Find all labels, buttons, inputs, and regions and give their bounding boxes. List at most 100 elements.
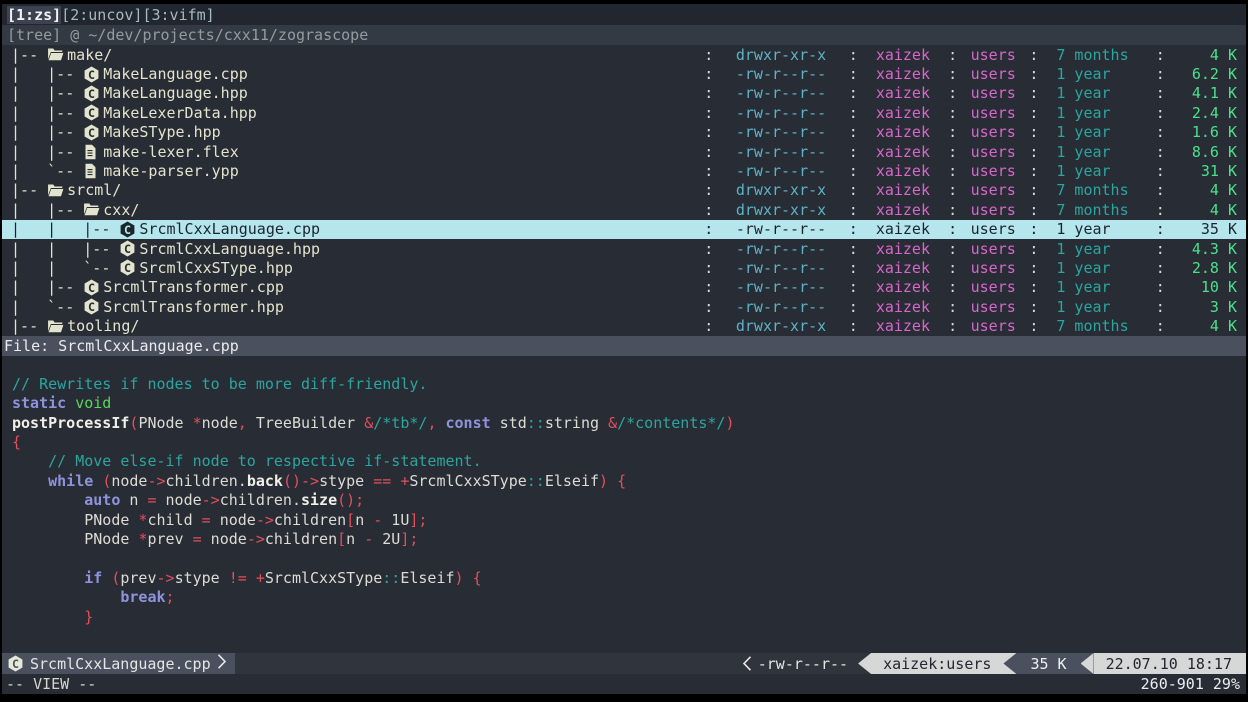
- file-permissions: -rw-r--r--: [713, 220, 848, 238]
- chevron-right-icon: [217, 654, 227, 673]
- current-directory-text: [tree] @ ~/dev/projects/cxx11/zograscope: [7, 26, 368, 44]
- svg-text:C: C: [88, 281, 95, 295]
- table-row[interactable]: |-- make/ : drwxr-xr-x : xaizek : users …: [2, 45, 1246, 64]
- file-name: SrcmlTransformer.cpp: [103, 278, 284, 296]
- file-name: MakeLanguage.cpp: [103, 65, 248, 83]
- file-permissions: -rw-r--r--: [713, 259, 848, 277]
- file-owner: xaizek: [858, 65, 948, 83]
- table-row[interactable]: | | `-- C SrcmlCxxSType.hpp : -rw-r--r--…: [2, 258, 1246, 277]
- file-owner: xaizek: [858, 104, 948, 122]
- file-group: users: [957, 162, 1029, 180]
- file-name: SrcmlTransformer.hpp: [103, 298, 284, 316]
- file-permissions: -rw-r--r--: [713, 123, 848, 141]
- file-date: 1 year: [1038, 298, 1155, 316]
- tmux-window-3[interactable]: [3:vifm]: [142, 6, 214, 24]
- tree-branch: | |--: [2, 143, 83, 161]
- file-date: 7 months: [1038, 46, 1155, 64]
- table-row[interactable]: | |-- C MakeSType.hpp : -rw-r--r-- : xai…: [2, 123, 1246, 142]
- table-row[interactable]: | |-- C SrcmlTransformer.cpp : -rw-r--r-…: [2, 278, 1246, 297]
- tmux-window-2[interactable]: [2:uncov]: [61, 6, 142, 24]
- file-icon: [83, 163, 103, 179]
- file-name: make-parser.ypp: [103, 162, 238, 180]
- table-row[interactable]: | |-- C MakeLexerData.hpp : -rw-r--r-- :…: [2, 103, 1246, 122]
- file-size: 4 K: [1165, 201, 1246, 219]
- powerline-arrow-icon: [1003, 653, 1016, 674]
- cpp-icon: C: [119, 259, 139, 276]
- file-permissions: -rw-r--r--: [713, 240, 848, 258]
- table-row[interactable]: | |-- cxx/ : drwxr-xr-x : xaizek : users…: [2, 200, 1246, 219]
- file-date: 1 year: [1038, 104, 1155, 122]
- file-owner: xaizek: [858, 220, 948, 238]
- file-group: users: [957, 65, 1029, 83]
- powerline-arrow-icon: [1081, 653, 1094, 674]
- mode-indicator: -- VIEW --: [6, 675, 96, 693]
- file-date: 7 months: [1038, 317, 1155, 335]
- file-name: make-lexer.flex: [103, 143, 238, 161]
- cpp-icon: C: [83, 279, 103, 296]
- powerline-arrow-icon: [858, 653, 871, 674]
- svg-text:C: C: [124, 261, 131, 275]
- message-line: -- VIEW -- 260-901 29%: [2, 674, 1246, 694]
- file-date: 1 year: [1038, 162, 1155, 180]
- file-permissions: -rw-r--r--: [713, 162, 848, 180]
- file-group: users: [957, 123, 1029, 141]
- file-size: 8.6 K: [1165, 143, 1246, 161]
- file-date: 7 months: [1038, 181, 1155, 199]
- tree-branch: |--: [2, 181, 47, 199]
- statusbar-datetime-text: 22.07.10 18:17: [1106, 655, 1232, 673]
- table-row[interactable]: | |-- make-lexer.flex : -rw-r--r-- : xai…: [2, 142, 1246, 161]
- table-row[interactable]: | |-- C MakeLanguage.hpp : -rw-r--r-- : …: [2, 84, 1246, 103]
- tree-branch: | |--: [2, 104, 83, 122]
- table-row[interactable]: | `-- C SrcmlTransformer.hpp : -rw-r--r-…: [2, 297, 1246, 316]
- cpp-icon: C: [7, 655, 24, 672]
- file-date: 1 year: [1038, 123, 1155, 141]
- file-size: 4 K: [1165, 181, 1246, 199]
- file-size: 31 K: [1165, 162, 1246, 180]
- cpp-icon: C: [83, 104, 103, 121]
- statusbar-permissions: -rw-r--r--: [758, 653, 858, 674]
- tree-branch: | |--: [2, 278, 83, 296]
- code-line: auto n = node->children.size();: [2, 491, 1246, 510]
- cpp-icon: C: [119, 240, 139, 257]
- current-directory-line: [tree] @ ~/dev/projects/cxx11/zograscope: [2, 25, 1246, 45]
- tree-branch: | |--: [2, 201, 83, 219]
- tmux-window-1[interactable]: [1:zs]: [7, 6, 61, 24]
- file-size: 1.6 K: [1165, 123, 1246, 141]
- terminal-window: [1:zs][2:uncov][3:vifm] [tree] @ ~/dev/p…: [2, 4, 1246, 694]
- file-name: MakeLexerData.hpp: [103, 104, 257, 122]
- file-size: 4.3 K: [1165, 240, 1246, 258]
- table-row[interactable]: | | |-- C SrcmlCxxLanguage.hpp : -rw-r--…: [2, 239, 1246, 258]
- file-permissions: -rw-r--r--: [713, 84, 848, 102]
- folder-icon: [47, 47, 67, 62]
- code-line: while (node->children.back()->stype == +…: [2, 472, 1246, 491]
- table-row[interactable]: |-- srcml/ : drwxr-xr-x : xaizek : users…: [2, 181, 1246, 200]
- svg-text:C: C: [88, 87, 95, 101]
- chevron-left-icon: [736, 653, 758, 674]
- svg-text:C: C: [88, 106, 95, 120]
- file-name: tooling/: [67, 317, 139, 335]
- table-row[interactable]: | |-- C MakeLanguage.cpp : -rw-r--r-- : …: [2, 64, 1246, 83]
- statusbar-permissions-text: -rw-r--r--: [758, 655, 848, 673]
- tree-branch: | |--: [2, 65, 83, 83]
- file-permissions: -rw-r--r--: [713, 278, 848, 296]
- code-line: if (prev->stype != +SrcmlCxxSType::Elsei…: [2, 569, 1246, 588]
- file-date: 1 year: [1038, 220, 1155, 238]
- svg-text:C: C: [88, 300, 95, 314]
- file-owner: xaizek: [858, 46, 948, 64]
- table-row[interactable]: | | |-- C SrcmlCxxLanguage.cpp : -rw-r--…: [2, 220, 1246, 239]
- table-row[interactable]: | `-- make-parser.ypp : -rw-r--r-- : xai…: [2, 161, 1246, 180]
- svg-text:C: C: [88, 126, 95, 140]
- file-permissions: drwxr-xr-x: [713, 317, 848, 335]
- file-date: 1 year: [1038, 143, 1155, 161]
- file-size: 4 K: [1165, 317, 1246, 335]
- svg-text:C: C: [124, 242, 131, 256]
- file-group: users: [957, 201, 1029, 219]
- file-group: users: [957, 46, 1029, 64]
- status-bar: C SrcmlCxxLanguage.cpp -rw-r--r-- xaizek…: [2, 653, 1246, 674]
- statusbar-filename: SrcmlCxxLanguage.cpp: [30, 655, 211, 673]
- file-owner: xaizek: [858, 298, 948, 316]
- table-row[interactable]: |-- tooling/ : drwxr-xr-x : xaizek : use…: [2, 316, 1246, 335]
- preview-header-text: File: SrcmlCxxLanguage.cpp: [4, 337, 239, 355]
- file-name: MakeSType.hpp: [103, 123, 220, 141]
- file-size: 2.4 K: [1165, 104, 1246, 122]
